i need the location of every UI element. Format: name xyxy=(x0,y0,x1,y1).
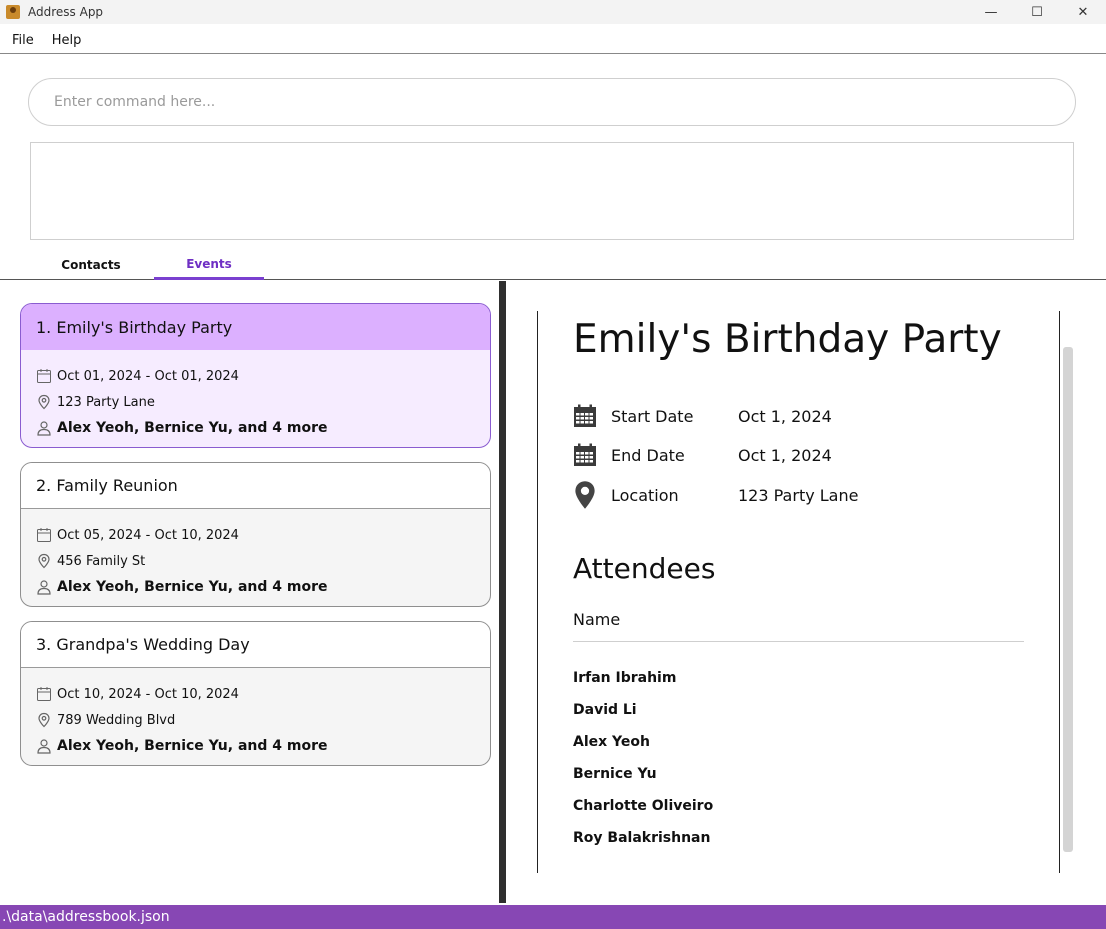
event-attendees-row: Alex Yeoh, Bernice Yu, and 4 more xyxy=(21,415,490,441)
attendee-name: David Li xyxy=(573,702,637,718)
detail-border-left xyxy=(537,311,538,873)
maximize-button[interactable]: ☐ xyxy=(1014,0,1060,24)
detail-event-title: Emily's Birthday Party xyxy=(573,317,1002,362)
attendee-name: Roy Balakrishnan xyxy=(573,830,711,846)
calendar-icon xyxy=(36,527,52,543)
location-value: 123 Party Lane xyxy=(738,485,859,505)
tab-events[interactable]: Events xyxy=(154,250,264,280)
attendees-header-divider xyxy=(573,641,1024,642)
tab-contacts[interactable]: Contacts xyxy=(28,250,154,279)
end-date-label: End Date xyxy=(611,445,685,465)
calendar-icon xyxy=(573,403,597,429)
attendee-name: Bernice Yu xyxy=(573,766,657,782)
location-pin-icon xyxy=(36,553,52,569)
window-title: Address App xyxy=(28,5,104,19)
location-pin-icon xyxy=(36,712,52,728)
event-attendees: Alex Yeoh, Bernice Yu, and 4 more xyxy=(57,579,328,595)
location-label: Location xyxy=(611,485,679,505)
menu-file[interactable]: File xyxy=(12,33,34,48)
person-icon xyxy=(36,738,52,754)
window-controls: — ☐ ✕ xyxy=(968,0,1106,24)
end-date-row: End Date Oct 1, 2024 xyxy=(573,442,832,468)
start-date-row: Start Date Oct 1, 2024 xyxy=(573,403,832,429)
attendee-name: Alex Yeoh xyxy=(573,734,650,750)
attendee-name: Irfan Ibrahim xyxy=(573,670,677,686)
event-card[interactable]: 1. Emily's Birthday Party Oct 01, 2024 -… xyxy=(20,303,491,448)
event-dates: Oct 05, 2024 - Oct 10, 2024 xyxy=(57,527,239,543)
event-location-row: 123 Party Lane xyxy=(21,389,490,415)
event-card-title: 3. Grandpa's Wedding Day xyxy=(21,622,490,668)
event-location-row: 456 Family St xyxy=(21,548,490,574)
panel-splitter[interactable] xyxy=(499,281,506,903)
person-icon xyxy=(36,579,52,595)
location-pin-icon xyxy=(573,482,597,508)
event-card[interactable]: 3. Grandpa's Wedding Day Oct 10, 2024 - … xyxy=(20,621,491,766)
event-dates-row: Oct 01, 2024 - Oct 01, 2024 xyxy=(21,363,490,389)
event-location: 789 Wedding Blvd xyxy=(57,712,176,728)
start-date-value: Oct 1, 2024 xyxy=(738,406,832,426)
calendar-icon xyxy=(36,686,52,702)
menu-help[interactable]: Help xyxy=(52,33,82,48)
calendar-icon xyxy=(36,368,52,384)
app-icon xyxy=(6,5,20,19)
event-dates: Oct 01, 2024 - Oct 01, 2024 xyxy=(57,368,239,384)
event-detail-panel: Emily's Birthday Party Start Date Oct 1,… xyxy=(506,281,1106,903)
attendees-heading: Attendees xyxy=(573,552,716,585)
event-card[interactable]: 2. Family Reunion Oct 05, 2024 - Oct 10,… xyxy=(20,462,491,607)
title-bar: Address App — ☐ ✕ xyxy=(0,0,1106,24)
command-input[interactable] xyxy=(28,78,1076,126)
menu-bar: File Help xyxy=(0,28,1106,54)
attendees-column-header: Name xyxy=(573,610,621,629)
tab-bar: Contacts Events xyxy=(0,250,1106,280)
person-icon xyxy=(36,420,52,436)
end-date-value: Oct 1, 2024 xyxy=(738,445,832,465)
detail-border-right xyxy=(1059,311,1060,873)
address-app-window: Address App — ☐ ✕ File Help Contacts Eve… xyxy=(0,0,1106,929)
data-file-path: .\data\addressbook.json xyxy=(2,909,170,925)
calendar-icon xyxy=(573,442,597,468)
event-location: 456 Family St xyxy=(57,553,146,569)
minimize-button[interactable]: — xyxy=(968,0,1014,24)
event-dates-row: Oct 05, 2024 - Oct 10, 2024 xyxy=(21,522,490,548)
event-dates: Oct 10, 2024 - Oct 10, 2024 xyxy=(57,686,239,702)
event-list: 1. Emily's Birthday Party Oct 01, 2024 -… xyxy=(0,281,499,903)
status-bar: .\data\addressbook.json xyxy=(0,905,1106,929)
detail-scrollbar[interactable] xyxy=(1063,347,1073,852)
event-card-title: 1. Emily's Birthday Party xyxy=(21,304,490,350)
location-row: Location 123 Party Lane xyxy=(573,482,858,508)
event-location: 123 Party Lane xyxy=(57,394,155,410)
result-display xyxy=(30,142,1074,240)
event-location-row: 789 Wedding Blvd xyxy=(21,707,490,733)
event-attendees-row: Alex Yeoh, Bernice Yu, and 4 more xyxy=(21,574,490,600)
attendee-name: Charlotte Oliveiro xyxy=(573,798,714,814)
start-date-label: Start Date xyxy=(611,406,694,426)
event-dates-row: Oct 10, 2024 - Oct 10, 2024 xyxy=(21,681,490,707)
event-attendees-row: Alex Yeoh, Bernice Yu, and 4 more xyxy=(21,733,490,759)
close-button[interactable]: ✕ xyxy=(1060,0,1106,24)
event-attendees: Alex Yeoh, Bernice Yu, and 4 more xyxy=(57,420,328,436)
event-card-title: 2. Family Reunion xyxy=(21,463,490,509)
event-attendees: Alex Yeoh, Bernice Yu, and 4 more xyxy=(57,738,328,754)
location-pin-icon xyxy=(36,394,52,410)
